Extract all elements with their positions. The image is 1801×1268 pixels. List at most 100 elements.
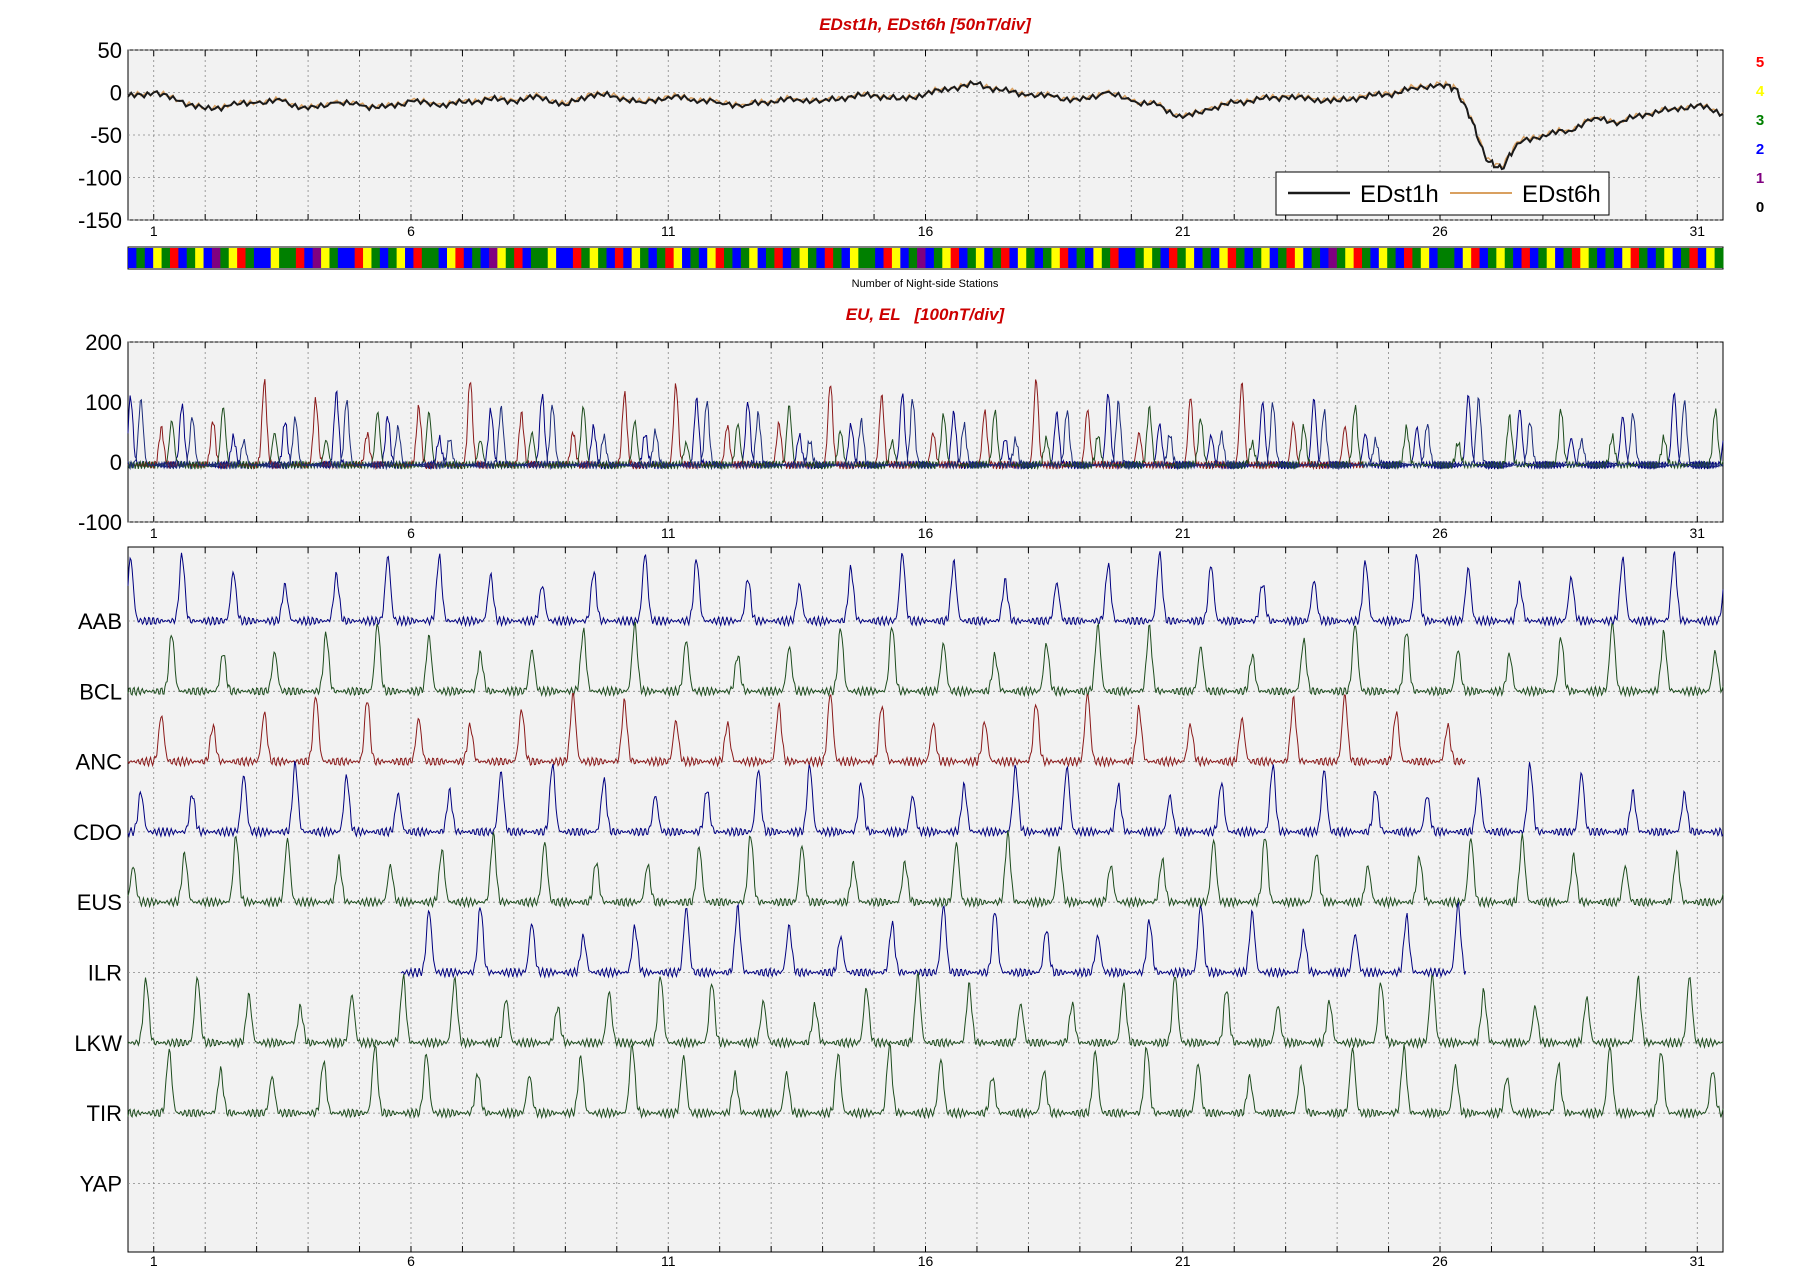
station-label-tir: TIR [87,1101,122,1126]
nightside-cell [1177,248,1187,268]
nightside-cell [1513,248,1523,268]
nightside-cell [1345,248,1355,268]
nightside-cell [1118,248,1128,268]
nightside-cell [1168,248,1178,268]
nightside-cell [1261,248,1271,268]
nightside-cell [1487,248,1497,268]
nightside-cell [1252,248,1262,268]
nightside-cell [1706,248,1716,268]
station-label-lkw: LKW [74,1031,122,1056]
y-tick-label: 50 [98,38,122,63]
edst-title: EDst1h, EDst6h [50nT/div] [819,15,1032,34]
eu-el-x-ticks: 1 6 11 16 21 26 31 [150,525,1705,541]
x-tick-label: 21 [1175,1253,1191,1268]
nightside-cell [262,248,272,268]
nightside-cell [237,248,247,268]
nightside-cell [161,248,171,268]
x-tick-label: 11 [661,223,676,239]
x-tick-label: 31 [1689,525,1705,541]
station-count-legend-label: 4 [1756,83,1765,100]
nightside-cell [598,248,607,268]
nightside-cell [740,248,750,268]
figure: EDst1h, EDst6h [50nT/div] 500-50-100-150… [73,15,1765,1268]
x-tick-label: 26 [1432,525,1448,541]
x-tick-label: 16 [918,1253,934,1268]
y-tick-label: -150 [78,208,122,233]
nightside-cell [640,248,649,268]
nightside-cell [1135,248,1145,268]
nightside-cell [480,248,490,268]
nightside-cell [195,248,205,268]
nightside-cell [925,248,935,268]
nightside-cell [1278,248,1287,268]
nightside-cell [1639,248,1648,268]
nightside-cell [1538,248,1548,268]
station-label-eus: EUS [77,890,122,915]
nightside-cell [665,248,675,268]
nightside-cell [1269,248,1279,268]
nightside-cell [1445,248,1455,268]
nightside-cell [1529,248,1539,268]
nightside-cell [169,248,179,268]
legend-label-edst1h: EDst1h [1360,181,1439,208]
nightside-cell [1110,248,1120,268]
y-tick-label: 100 [85,390,122,415]
nightside-cell [967,248,977,268]
nightside-cell [363,248,372,268]
nightside-cell [1026,248,1036,268]
nightside-cell [698,248,708,268]
x-tick-label: 16 [918,525,934,541]
nightside-cell [396,248,406,268]
nightside-cell [136,248,146,268]
nightside-cell [1311,248,1321,268]
edst-x-ticks: 1 6 11 16 21 26 31 [150,223,1705,239]
nightside-cell [203,248,213,268]
nightside-cell [1672,248,1682,268]
nightside-cell [1236,248,1245,268]
nightside-cell [1286,248,1296,268]
nightside-cell [866,248,876,268]
nightside-cell [1605,248,1615,268]
nightside-cell [447,248,456,268]
nightside-cell [614,248,624,268]
nightside-cell [556,248,566,268]
nightside-cell [732,248,742,268]
nightside-cell [547,248,557,268]
station-label-anc: ANC [76,750,123,775]
nightside-cell [1378,248,1388,268]
nightside-cell [1471,248,1481,268]
nightside-cell [1580,248,1590,268]
nightside-cell [1613,248,1623,268]
nightside-cell [673,248,683,268]
nightside-cell [757,248,767,268]
nightside-cell [1630,248,1640,268]
nightside-cell [648,248,658,268]
nightside-cell [724,248,733,268]
x-tick-label: 1 [150,223,158,239]
nightside-cell [455,248,465,268]
nightside-cell [1017,248,1027,268]
nightside-cell [312,248,322,268]
nightside-cell [950,248,960,268]
nightside-cell [421,248,431,268]
nightside-cell [186,248,196,268]
nightside-cell [388,248,398,268]
nightside-cell [1210,248,1220,268]
station-count-legend-label: 2 [1756,141,1764,158]
nightside-cell [1697,248,1707,268]
nightside-cell [715,248,725,268]
nightside-cell [530,248,540,268]
station-count-legend: 5 4 3 2 1 0 [1756,54,1765,216]
nightside-cell [1362,248,1371,268]
nightside-cell [774,248,784,268]
nightside-cell [1034,248,1044,268]
x-tick-label: 1 [150,525,158,541]
nightside-cell [1009,248,1019,268]
station-count-legend-label: 1 [1756,170,1764,187]
edst-legend: EDst1h EDst6h [1275,171,1610,216]
nightside-cell [875,248,885,268]
station-label-bcl: BCL [79,679,122,704]
nightside-cell [942,248,952,268]
nightside-cell [1219,248,1229,268]
y-tick-label: 0 [110,450,122,475]
